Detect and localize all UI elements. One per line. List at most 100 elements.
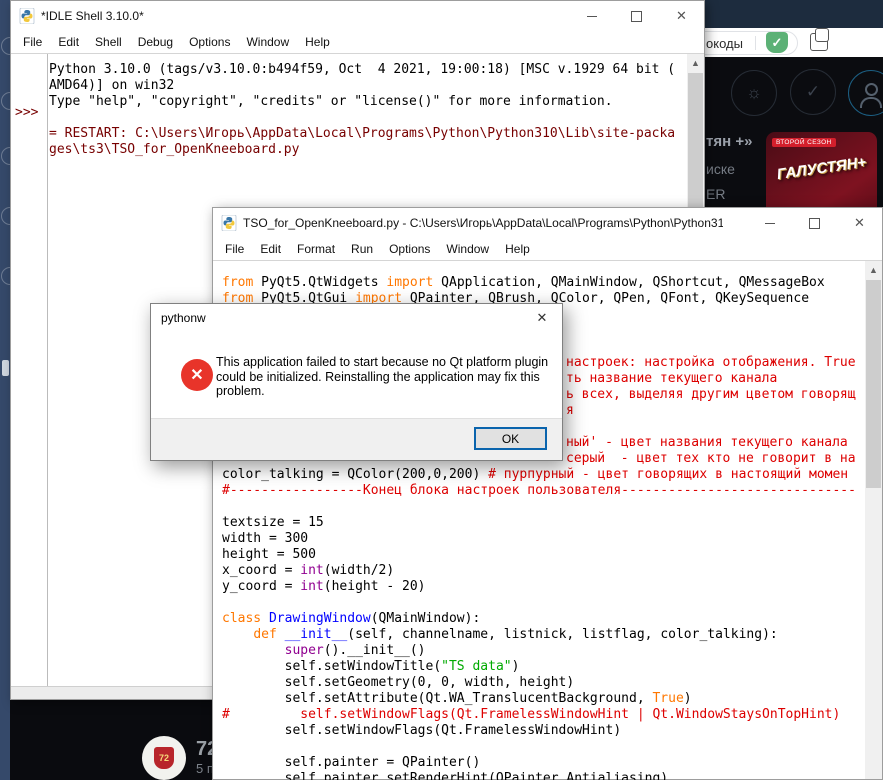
- brightness-icon[interactable]: ☼: [731, 70, 777, 116]
- menu-format[interactable]: Format: [289, 239, 343, 259]
- close-button[interactable]: ✕: [659, 1, 704, 31]
- code-line: def __init__(self, channelname, listnick…: [253, 627, 778, 642]
- minimize-button[interactable]: [747, 208, 792, 238]
- editor-scrollbar-thumb[interactable]: [866, 280, 881, 488]
- poster-title: ГАЛУСТЯН+: [775, 153, 868, 184]
- maximize-icon: [809, 217, 820, 229]
- dialog-footer: OK: [151, 418, 562, 460]
- dialog-title: pythonw: [161, 311, 206, 325]
- scroll-up-icon[interactable]: ▲: [687, 54, 704, 71]
- screen: окоды ⋮ ✓ ☼ ✓ тян +» иске ER ВТОРОЙ СЕЗО…: [0, 0, 883, 780]
- code-line: ges\ts3\TSO_for_OpenKneeboard.py: [49, 142, 300, 157]
- scroll-up-icon[interactable]: ▲: [865, 261, 882, 278]
- editor-menubar: File Edit Format Run Options Window Help: [213, 238, 882, 260]
- code-line: self.setAttribute(Qt.WA_TranslucentBackg…: [222, 691, 692, 706]
- channel-avatar: 72: [142, 736, 186, 780]
- code-line: width = 300: [222, 531, 309, 546]
- code-line: from PyQt5.QtWidgets import QApplication…: [222, 275, 825, 290]
- menubar-separator: [11, 53, 704, 54]
- close-icon: ✕: [536, 310, 548, 325]
- browser-side-panel: [0, 0, 19, 780]
- menu-options[interactable]: Options: [381, 239, 438, 259]
- channel-avatar-label: 72: [154, 747, 174, 769]
- dialog-message: This application failed to start because…: [216, 355, 549, 398]
- maximize-button[interactable]: [792, 208, 837, 238]
- menu-run[interactable]: Run: [343, 239, 381, 259]
- profile-icon[interactable]: [848, 70, 883, 116]
- maximize-icon: [631, 10, 642, 22]
- shell-menubar: File Edit Shell Debug Options Window Hel…: [11, 31, 704, 53]
- code-line: Type "help", "copyright", "credits" or "…: [49, 94, 613, 109]
- dialog-close-button[interactable]: ✕: [522, 304, 562, 332]
- ok-button[interactable]: OK: [474, 427, 547, 450]
- code-line: #-----------------Конец блока настроек п…: [222, 483, 856, 498]
- python-icon: [221, 215, 237, 231]
- menu-help[interactable]: Help: [297, 32, 338, 52]
- close-button[interactable]: ✕: [837, 208, 882, 238]
- close-icon: ✕: [676, 8, 687, 23]
- code-line: x_coord = int(width/2): [222, 563, 395, 578]
- editor-scrollbar[interactable]: ▲: [865, 261, 882, 779]
- code-line: height = 500: [222, 547, 316, 562]
- minimize-button[interactable]: [569, 1, 614, 31]
- menu-options[interactable]: Options: [181, 32, 238, 52]
- menu-window[interactable]: Window: [438, 239, 497, 259]
- code-line: self.setWindowTitle("TS data"): [222, 659, 520, 674]
- code-line: self.setGeometry(0, 0, width, height): [222, 675, 575, 690]
- menu-window[interactable]: Window: [238, 32, 297, 52]
- python-icon: [19, 8, 35, 24]
- maximize-button[interactable]: [614, 1, 659, 31]
- address-bar-divider: [754, 36, 756, 50]
- channel-subscribers: 5 подписчиков: [196, 761, 212, 776]
- code-line: Python 3.10.0 (tags/v3.10.0:b494f59, Oct…: [49, 62, 676, 77]
- channel-name: 72AG_Olega: [196, 738, 212, 760]
- shell-text-area[interactable]: Python 3.10.0 (tags/v3.10.0:b494f59, Oct…: [49, 62, 686, 158]
- prompt-gutter-line: [47, 54, 48, 687]
- menu-edit[interactable]: Edit: [252, 239, 289, 259]
- code-line: y_coord = int(height - 20): [222, 579, 426, 594]
- code-line: self.painter = QPainter(): [222, 755, 481, 770]
- editor-titlebar[interactable]: TSO_for_OpenKneeboard.py - C:\Users\Игор…: [213, 208, 882, 238]
- poster-badge: ВТОРОЙ СЕЗОН: [772, 138, 836, 147]
- shell-titlebar[interactable]: *IDLE Shell 3.10.0* ✕: [11, 1, 704, 31]
- code-line: = RESTART: C:\Users\Игорь\AppData\Local\…: [49, 126, 676, 141]
- code-line: textsize = 15: [222, 515, 324, 530]
- menu-debug[interactable]: Debug: [130, 32, 181, 52]
- code-line: super().__init__(): [284, 643, 426, 658]
- code-line: class DrawingWindow(QMainWindow):: [222, 611, 481, 626]
- code-line: # self.setWindowFlags(Qt.FramelessWindow…: [222, 707, 841, 722]
- close-icon: ✕: [854, 215, 865, 230]
- menu-file[interactable]: File: [217, 239, 252, 259]
- shell-window-title: *IDLE Shell 3.10.0*: [41, 9, 144, 23]
- error-dialog: pythonw ✕ ✕ This application failed to s…: [150, 303, 563, 461]
- dialog-titlebar[interactable]: pythonw: [151, 304, 562, 332]
- menu-file[interactable]: File: [15, 32, 50, 52]
- shield-check-icon[interactable]: ✓: [790, 69, 836, 115]
- page-text-line: ER: [706, 186, 726, 202]
- channel-card[interactable]: 72 72AG_Olega 5 подписчиков: [10, 700, 212, 780]
- code-line: color_talking = QColor(200,0,200) # пурп…: [222, 467, 849, 482]
- menubar-separator: [213, 260, 882, 261]
- profile-body: [860, 97, 882, 108]
- menu-shell[interactable]: Shell: [87, 32, 130, 52]
- editor-window: TSO_for_OpenKneeboard.py - C:\Users\Игор…: [212, 207, 883, 780]
- adguard-shield-icon[interactable]: ✓: [766, 32, 788, 53]
- code-line: self.painter.setRenderHint(QPainter.Anti…: [222, 771, 669, 780]
- editor-window-title: TSO_for_OpenKneeboard.py - C:\Users\Игор…: [243, 216, 723, 230]
- page-text-line: иске: [706, 161, 735, 177]
- profile-head: [864, 82, 878, 96]
- extensions-icon[interactable]: [810, 28, 829, 51]
- menu-edit[interactable]: Edit: [50, 32, 87, 52]
- side-panel-pin[interactable]: [2, 360, 9, 376]
- menu-help[interactable]: Help: [497, 239, 538, 259]
- error-icon: ✕: [181, 359, 213, 391]
- code-line: AMD64)] on win32: [49, 78, 175, 93]
- minimize-icon: [764, 222, 775, 224]
- minimize-icon: [586, 15, 597, 17]
- code-line: self.setWindowFlags(Qt.FramelessWindowHi…: [222, 723, 622, 738]
- shell-prompt: >>>: [15, 105, 39, 120]
